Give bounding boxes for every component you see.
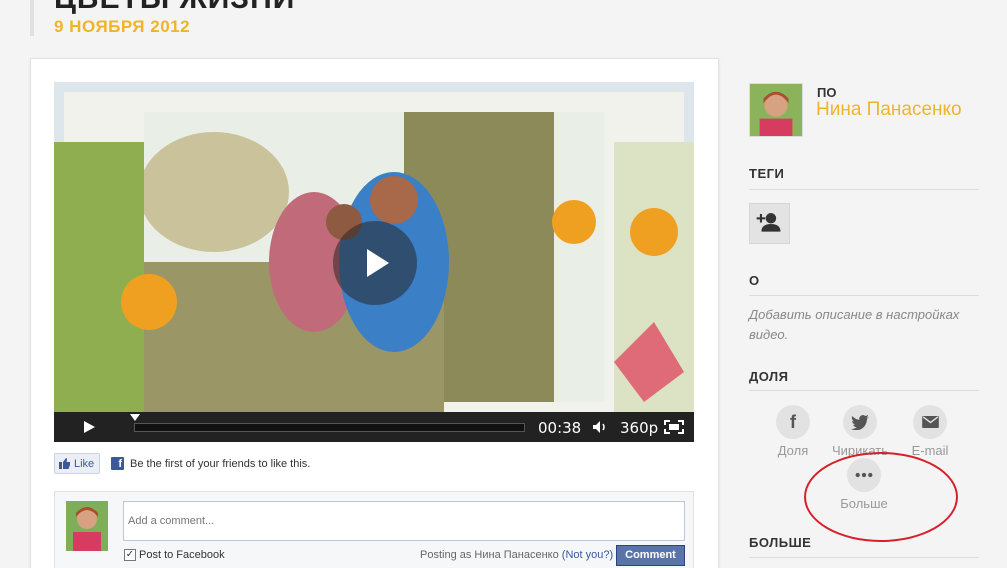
about-description[interactable]: Добавить описание в настройках видео.: [749, 305, 987, 345]
twitter-icon: [843, 405, 877, 439]
add-tag-button[interactable]: [749, 203, 790, 244]
facebook-icon: f: [776, 405, 810, 439]
highlight-annotation: [804, 452, 958, 542]
volume-icon[interactable]: [592, 420, 608, 434]
about-heading: О: [749, 273, 760, 288]
add-person-icon: [756, 213, 781, 232]
post-to-facebook[interactable]: ✓ Post to Facebook: [124, 549, 225, 561]
share-email-button[interactable]: E-mail: [905, 405, 955, 458]
more-heading: БОЛЬШЕ: [749, 535, 812, 550]
like-message: f Be the first of your friends to like t…: [111, 457, 310, 470]
author-avatar[interactable]: [749, 83, 803, 137]
email-icon: [913, 405, 947, 439]
posting-as: Posting as Нина Панасенко (Not you?): [420, 549, 613, 561]
posting-as-text: Posting as Нина Панасенко: [420, 549, 559, 561]
thumbs-up-icon: [59, 458, 70, 469]
title-accent-bar: [30, 0, 34, 36]
share-email-label: E-mail: [911, 443, 949, 458]
post-to-facebook-label: Post to Facebook: [139, 549, 225, 561]
publish-date: 9 НОЯБРЯ 2012: [54, 17, 191, 36]
not-you-link[interactable]: (Not you?): [562, 549, 613, 561]
divider: [749, 189, 979, 190]
share-facebook-label: Доля: [777, 443, 809, 458]
video-controls: 00:38 360p: [54, 412, 694, 442]
facebook-like-button[interactable]: Like: [54, 453, 101, 474]
post-to-facebook-checkbox[interactable]: ✓: [124, 549, 136, 561]
facebook-comment-box: ✓ Post to Facebook Posting as Нина Панас…: [54, 491, 694, 568]
tags-heading: ТЕГИ: [749, 166, 785, 181]
play-icon[interactable]: [84, 421, 95, 433]
like-message-text: Be the first of your friends to like thi…: [130, 457, 311, 470]
progress-bar[interactable]: [134, 423, 525, 432]
share-heading: ДОЛЯ: [749, 369, 789, 384]
play-overlay-button[interactable]: [333, 221, 417, 305]
by-label: ПО: [817, 85, 837, 100]
video-time: 00:38: [538, 419, 582, 437]
share-twitter-button[interactable]: Чирикать: [826, 405, 894, 458]
author-link[interactable]: Нина Панасенко: [816, 99, 962, 121]
video-player[interactable]: 00:38 360p: [54, 82, 694, 442]
facebook-icon: f: [111, 457, 124, 470]
avatar: [66, 501, 108, 551]
comment-button[interactable]: Comment: [616, 545, 685, 566]
progress-knob[interactable]: [130, 414, 140, 421]
divider: [749, 295, 979, 296]
comment-input[interactable]: [123, 501, 685, 541]
divider: [749, 557, 979, 558]
share-facebook-button[interactable]: f Доля: [773, 405, 813, 458]
page-title: ЦВЕТЫ ЖИЗНИ: [54, 0, 295, 16]
like-label: Like: [74, 457, 95, 470]
fullscreen-icon[interactable]: [664, 420, 684, 434]
quality-selector[interactable]: 360p: [620, 419, 658, 437]
divider: [749, 390, 979, 391]
